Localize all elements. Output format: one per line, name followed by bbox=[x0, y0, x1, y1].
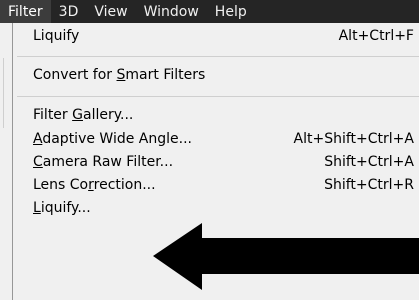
menu-separator bbox=[17, 96, 419, 97]
menu-help[interactable]: Help bbox=[207, 0, 255, 23]
menu-filter[interactable]: Filter bbox=[0, 0, 51, 23]
menu-item-label: Camera Raw Filter... bbox=[33, 154, 174, 170]
menu-3d[interactable]: 3D bbox=[51, 0, 87, 23]
menu-item-camera-raw-filter[interactable]: Camera Raw Filter... Shift+Ctrl+A bbox=[33, 152, 419, 172]
menu-item-label: Liquify bbox=[33, 28, 80, 44]
filter-dropdown-menu: Liquify Alt+Ctrl+F Convert for Smart Fil… bbox=[12, 23, 419, 300]
menu-item-label: Lens Correction... bbox=[33, 177, 156, 193]
menu-bar: Filter 3D View Window Help bbox=[0, 0, 419, 23]
menu-window[interactable]: Window bbox=[136, 0, 207, 23]
window-edge-divider bbox=[0, 58, 4, 128]
menu-item-shortcut: Shift+Ctrl+A bbox=[324, 154, 414, 170]
menu-item-liquify[interactable]: Liquify... bbox=[33, 198, 419, 218]
menu-item-label: Adaptive Wide Angle... bbox=[33, 131, 192, 147]
menu-item-lens-correction[interactable]: Lens Correction... Shift+Ctrl+R bbox=[33, 175, 419, 195]
menu-item-label: Liquify... bbox=[33, 200, 91, 216]
menu-item-shortcut: Shift+Ctrl+R bbox=[324, 177, 414, 193]
menu-separator bbox=[17, 56, 419, 57]
menu-item-shortcut: Alt+Shift+Ctrl+A bbox=[293, 131, 414, 147]
menu-item-label: Filter Gallery... bbox=[33, 107, 134, 123]
menu-item-convert-smart-filters[interactable]: Convert for Smart Filters bbox=[33, 65, 419, 85]
menu-view[interactable]: View bbox=[86, 0, 135, 23]
menu-item-last-filter[interactable]: Liquify Alt+Ctrl+F bbox=[33, 26, 419, 46]
menu-item-adaptive-wide-angle[interactable]: Adaptive Wide Angle... Alt+Shift+Ctrl+A bbox=[33, 129, 419, 149]
menu-item-filter-gallery[interactable]: Filter Gallery... bbox=[33, 105, 419, 125]
menu-item-label: Convert for Smart Filters bbox=[33, 67, 206, 83]
menu-item-shortcut: Alt+Ctrl+F bbox=[338, 28, 414, 44]
